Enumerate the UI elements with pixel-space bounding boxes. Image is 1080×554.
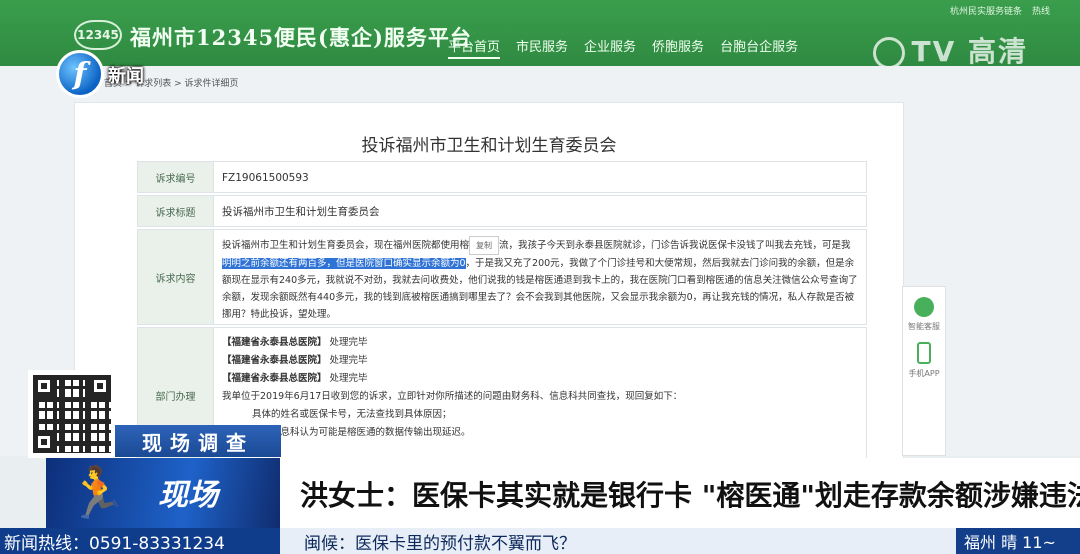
- util-link-2[interactable]: 热线: [1032, 4, 1050, 17]
- phone-icon: [917, 342, 931, 364]
- side-tool-label: 智能客服: [908, 322, 940, 331]
- qr-finder: [33, 431, 55, 453]
- qr-finder: [33, 375, 55, 397]
- content-text: 投诉福州市卫生和计划生育委员会，现在福州医院都使用榕: [222, 240, 470, 251]
- content-text: 流，我孩子今天到永泰县医院就诊，门诊告诉我说医保卡没钱了叫我去充钱，可是我: [499, 240, 851, 251]
- news-hotline: 新闻热线：0591-83331234: [0, 528, 280, 554]
- dept-status: 处理完毕: [329, 355, 368, 366]
- request-content-value[interactable]: 投诉福州市卫生和计划生育委员会，现在福州医院都使用榕 复制 流，我孩子今天到永泰县医…: [214, 230, 866, 324]
- dept-org: 【福建省永泰县总医院】: [222, 355, 327, 366]
- nav-overseas-service[interactable]: 侨胞服务: [652, 36, 704, 59]
- dept-entry: 【福建省永泰县总医院】 处理完毕: [222, 370, 858, 388]
- dept-entry: 【福建省永泰县总医院】 处理完毕: [222, 334, 858, 352]
- selected-text[interactable]: 明明之前余额还有两百多，但是医院窗口确实显示余额为0: [222, 258, 466, 269]
- row-request-title: 诉求标题 投诉福州市卫生和计划生育委员会: [137, 195, 867, 227]
- row-label: 诉求内容: [138, 230, 214, 324]
- site-nav: 平台首页 市民服务 企业服务 侨胞服务 台胞台企服务: [448, 36, 798, 59]
- nav-home[interactable]: 平台首页: [448, 36, 501, 59]
- ticker-text: 闽候：医保卡里的预付款不翼而飞？: [280, 528, 956, 554]
- dept-org: 【福建省永泰县总医院】: [222, 373, 327, 384]
- reply-text: 我院信息科认为可能是榕医通的数据传输出现延迟。: [252, 427, 471, 438]
- dept-entry: 【福建省永泰县总医院】 处理完毕: [222, 352, 858, 370]
- smart-service-button[interactable]: 智能客服: [903, 297, 945, 332]
- detail-card: 投诉福州市卫生和计划生育委员会 诉求编号 FZ19061500593 诉求标题 …: [74, 102, 904, 463]
- nav-taiwan-service[interactable]: 台胞台企服务: [720, 36, 798, 59]
- row-label: 诉求标题: [138, 196, 214, 226]
- channel-logo: f: [56, 50, 104, 98]
- scene-label: 现场: [158, 478, 218, 513]
- qr-code: [28, 370, 116, 458]
- copy-tooltip[interactable]: 复制: [469, 236, 500, 255]
- side-toolbar: 智能客服 手机APP: [902, 286, 946, 456]
- mobile-app-button[interactable]: 手机APP: [903, 342, 945, 379]
- channel-logo-label: 新闻: [108, 66, 144, 87]
- reply-text: 具体的姓名或医保卡号，无法查找到具体原因；: [252, 409, 452, 420]
- channel-icon: [873, 37, 906, 69]
- headline: 洪女士：医保卡其实就是银行卡 "榕医通"划走存款余额涉嫌违法: [300, 479, 1080, 512]
- ticker-bar: 新闻热线：0591-83331234 闽候：医保卡里的预付款不翼而飞？ 福州 晴…: [0, 528, 1080, 554]
- row-request-id: 诉求编号 FZ19061500593: [137, 161, 867, 193]
- detail-title: 投诉福州市卫生和计划生育委员会: [361, 136, 617, 156]
- scene-graphic: 🏃 现场: [46, 458, 280, 528]
- hd-label: TV 高清: [911, 35, 1028, 68]
- weather-info: 福州 晴 11~: [956, 528, 1080, 554]
- site-title: 福州市12345便民(惠企)服务平台: [130, 25, 472, 50]
- segment-tag: 现场调查: [115, 425, 281, 457]
- site-logo[interactable]: 12345: [74, 20, 122, 50]
- dept-status: 处理完毕: [329, 337, 368, 348]
- side-tool-label: 手机APP: [908, 369, 940, 378]
- headline-bar: 洪女士：医保卡其实就是银行卡 "榕医通"划走存款余额涉嫌违法: [280, 458, 1080, 528]
- dept-handling-value: 【福建省永泰县总医院】 处理完毕 【福建省永泰县总医院】 处理完毕 【福建省永泰…: [214, 328, 866, 462]
- reply-text: 我单位于2019年6月17日收到您的诉求，立即针对你所描述的问题由财务科、信息科…: [222, 391, 683, 402]
- dept-status: 处理完毕: [329, 373, 368, 384]
- nav-citizen-service[interactable]: 市民服务: [516, 36, 568, 59]
- runner-icon: 🏃: [66, 464, 129, 522]
- qr-pattern: [33, 375, 111, 453]
- request-id-value: FZ19061500593: [222, 172, 309, 184]
- request-title-value: 投诉福州市卫生和计划生育委员会: [222, 206, 380, 218]
- row-request-content: 诉求内容 投诉福州市卫生和计划生育委员会，现在福州医院都使用榕 复制 流，我孩子今天…: [137, 229, 867, 325]
- headset-icon: [914, 297, 934, 317]
- nav-enterprise-service[interactable]: 企业服务: [584, 36, 636, 59]
- hd-watermark: TV 高清: [873, 30, 1028, 70]
- top-utility-links: 杭州民实服务链条 热线: [950, 4, 1050, 17]
- row-label: 诉求编号: [138, 162, 214, 192]
- util-link-1[interactable]: 杭州民实服务链条: [950, 4, 1022, 17]
- qr-finder: [89, 375, 111, 397]
- dept-org: 【福建省永泰县总医院】: [222, 337, 327, 348]
